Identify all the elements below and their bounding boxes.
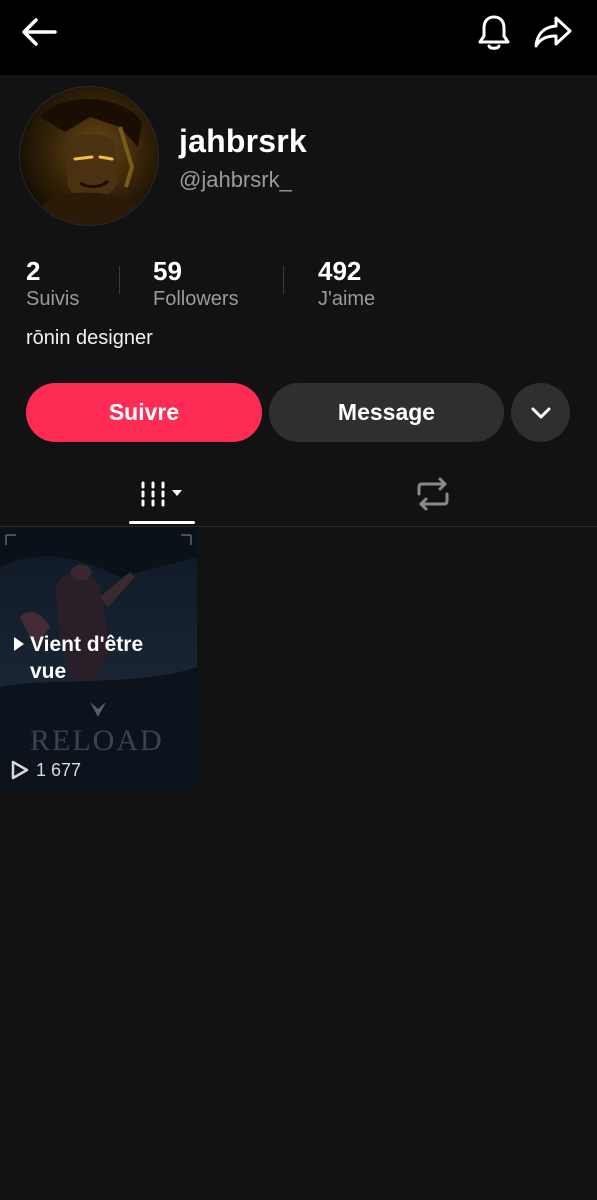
follow-button[interactable]: Suivre [26, 383, 262, 442]
video-view-count: 1 677 [10, 759, 81, 781]
recently-viewed-label: Vient d'être vue [30, 633, 144, 683]
stat-following-value: 2 [26, 256, 41, 286]
message-button[interactable]: Message [269, 383, 504, 442]
avatar-image [35, 98, 145, 225]
play-outline-icon [11, 760, 29, 780]
stat-likes-label: J'aime [318, 288, 376, 310]
notifications-button[interactable] [472, 10, 516, 54]
stat-divider [283, 266, 284, 294]
share-icon [534, 16, 572, 48]
username-handle: @jahbrsrk_ [179, 167, 292, 192]
content-tabs [0, 462, 597, 527]
repost-icon [417, 477, 449, 511]
avatar[interactable] [20, 87, 158, 225]
stat-followers-value: 59 [153, 256, 182, 286]
recently-viewed-badge: Vient d'être vue [14, 631, 170, 685]
more-options-button[interactable] [511, 383, 570, 442]
active-tab-indicator [129, 521, 195, 524]
tab-reposts[interactable] [403, 472, 463, 516]
back-arrow-icon [22, 18, 57, 46]
stat-following[interactable]: 2 Suivis [26, 256, 79, 312]
stat-likes[interactable]: 492 J'aime [318, 256, 375, 312]
chevron-down-icon [531, 407, 550, 418]
back-button[interactable] [17, 10, 61, 54]
stat-following-label: Suivis [26, 288, 80, 310]
display-name: jahbrsrk [179, 123, 307, 159]
stat-followers-label: Followers [153, 288, 239, 310]
video-watermark: RELOAD [30, 724, 164, 757]
stat-likes-value: 492 [318, 256, 362, 286]
bell-icon [478, 15, 510, 50]
grid-icon [141, 481, 182, 507]
bio-text: rōnin designer [26, 327, 153, 349]
view-count-value: 1 677 [36, 759, 82, 780]
play-icon [14, 637, 24, 651]
stat-followers[interactable]: 59 Followers [153, 256, 239, 312]
stat-divider [119, 266, 120, 294]
top-bar [0, 0, 597, 75]
tab-videos[interactable] [129, 474, 195, 514]
share-button[interactable] [531, 10, 575, 54]
video-thumbnail[interactable]: RELOAD Vient d'être vue [0, 527, 197, 790]
